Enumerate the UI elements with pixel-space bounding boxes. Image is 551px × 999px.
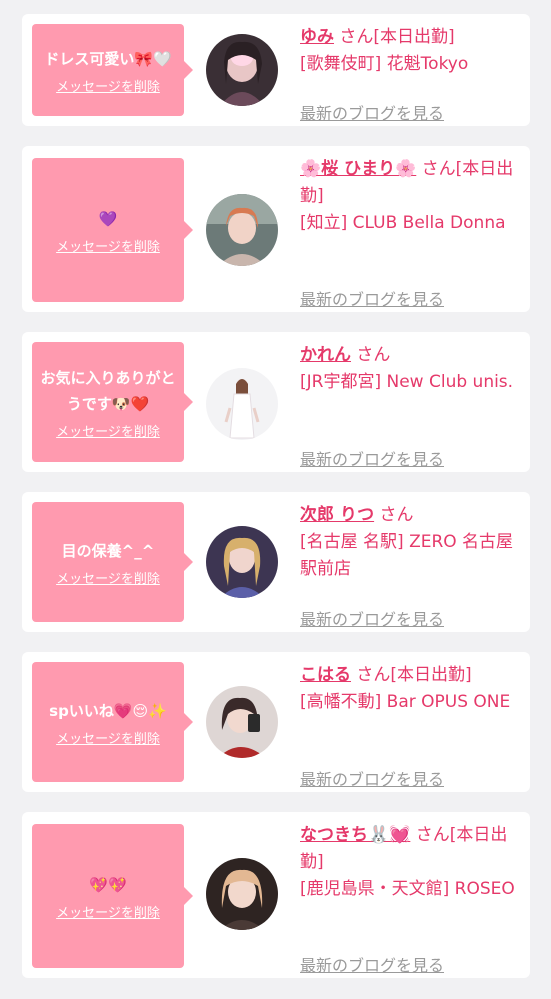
message-text: ドレス可愛い🎀🤍 [44,49,172,68]
message-bubble: お気に入りありがとうです🐶❤️ メッセージを削除 [32,342,193,462]
delete-message-link[interactable]: メッセージを削除 [56,76,160,95]
avatar[interactable] [206,194,278,266]
blog-link[interactable]: 最新のブログを見る [300,766,444,793]
shop-name: [名古屋 名駅] ZERO 名古屋駅前店 [300,532,514,579]
avatar[interactable] [206,686,278,758]
delete-message-link[interactable]: メッセージを削除 [56,568,160,587]
avatar[interactable] [206,526,278,598]
girl-name-link[interactable]: なつきち🐰💓 [300,825,410,845]
blog-link[interactable]: 最新のブログを見る [300,100,444,127]
shop-name: [知立] CLUB Bella Donna [300,213,506,233]
delete-message-link[interactable]: メッセージを削除 [56,728,160,747]
message-bubble: 💖💖 メッセージを削除 [32,824,193,968]
message-text: 💜 [98,209,118,228]
message-card: ドレス可愛い🎀🤍 メッセージを削除 ゆみ さん[本日出勤] [歌舞伎町] 花魁T… [22,14,530,126]
shop-name: [JR宇都宮] New Club unis. [300,372,514,392]
status-text: さん [379,505,414,525]
avatar-photo [206,194,278,266]
avatar[interactable] [206,368,278,440]
girl-info: 次郎 りつ さん [名古屋 名駅] ZERO 名古屋駅前店 最新のブログを見る [300,502,525,629]
message-card: 💖💖 メッセージを削除 なつきち🐰💓 さん[本日出勤] [鹿児島県・天文館] R… [22,812,530,978]
girl-info: かれん さん [JR宇都宮] New Club unis. 最新のブログを見る [300,342,525,469]
message-bubble: spいいね💗😌✨ メッセージを削除 [32,662,193,782]
message-card: spいいね💗😌✨ メッセージを削除 こはる さん[本日出勤] [高幡不動] Ba… [22,652,530,792]
girl-name-link[interactable]: 次郎 りつ [300,505,374,525]
message-card: 💜 メッセージを削除 🌸桜 ひまり🌸 さん[本日出勤] [知立] CLUB Be… [22,146,530,312]
message-text: spいいね💗😌✨ [49,701,167,720]
message-bubble: 💜 メッセージを削除 [32,158,193,302]
shop-name: [鹿児島県・天文館] ROSEO [300,879,515,899]
message-text: 目の保養^_^ [61,541,155,560]
girl-name-link[interactable]: 🌸桜 ひまり🌸 [300,159,416,179]
blog-link[interactable]: 最新のブログを見る [300,952,444,979]
girl-info: こはる さん[本日出勤] [高幡不動] Bar OPUS ONE 最新のブログを… [300,662,525,789]
avatar[interactable] [206,858,278,930]
message-bubble: ドレス可愛い🎀🤍 メッセージを削除 [32,24,193,116]
girl-info: 🌸桜 ひまり🌸 さん[本日出勤] [知立] CLUB Bella Donna 最… [300,156,525,309]
avatar-photo [206,368,278,440]
blog-link[interactable]: 最新のブログを見る [300,286,444,313]
status-text: さん[本日出勤] [339,27,455,47]
avatar[interactable] [206,34,278,106]
avatar-photo [206,858,278,930]
message-text: お気に入りありがとうです🐶❤️ [40,368,176,413]
girl-name-link[interactable]: こはる [300,665,351,685]
delete-message-link[interactable]: メッセージを削除 [56,902,160,921]
message-card: 目の保養^_^ メッセージを削除 次郎 りつ さん [名古屋 名駅] ZERO … [22,492,530,632]
delete-message-link[interactable]: メッセージを削除 [56,421,160,440]
message-text: 💖💖 [89,875,127,894]
girl-name-link[interactable]: かれん [300,345,351,365]
shop-name: [高幡不動] Bar OPUS ONE [300,692,511,712]
shop-name: [歌舞伎町] 花魁Tokyo [300,54,469,74]
girl-info: ゆみ さん[本日出勤] [歌舞伎町] 花魁Tokyo 最新のブログを見る [300,24,525,123]
girl-info: なつきち🐰💓 さん[本日出勤] [鹿児島県・天文館] ROSEO 最新のブログを… [300,822,525,975]
delete-message-link[interactable]: メッセージを削除 [56,236,160,255]
message-card: お気に入りありがとうです🐶❤️ メッセージを削除 かれん さん [JR宇都宮] … [22,332,530,472]
status-text: さん[本日出勤] [356,665,472,685]
message-bubble: 目の保養^_^ メッセージを削除 [32,502,193,622]
blog-link[interactable]: 最新のブログを見る [300,446,444,473]
blog-link[interactable]: 最新のブログを見る [300,606,444,633]
girl-name-link[interactable]: ゆみ [300,27,334,47]
avatar-photo [206,526,278,598]
avatar-photo [206,686,278,758]
status-text: さん [356,345,391,365]
avatar-photo [206,34,278,106]
